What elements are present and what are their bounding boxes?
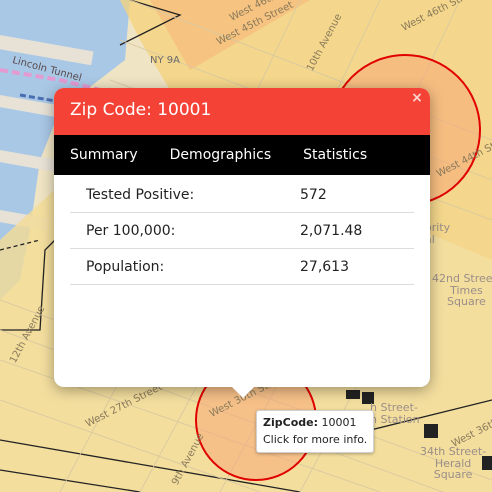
times-square-label: 42nd Street- Times Square xyxy=(432,272,492,309)
stat-label: Per 100,000: xyxy=(86,222,176,239)
close-icon[interactable]: × xyxy=(408,89,426,107)
tooltip-value: 10001 xyxy=(321,416,357,429)
stat-label: Population: xyxy=(86,258,165,275)
route-label: NY 9A xyxy=(150,55,180,66)
tooltip-hint: Click for more info. xyxy=(263,433,368,446)
herald-square-label: 34th Street- Herald Square xyxy=(420,445,487,482)
zip-info-popup: Zip Code: 10001 × Summary Demographics S… xyxy=(54,88,430,398)
popup-tip xyxy=(231,386,255,398)
stat-value: 2,071.48 xyxy=(300,222,363,239)
popup-body: Tested Positive: 572 Per 100,000: 2,071.… xyxy=(54,175,430,285)
tab-demographics[interactable]: Demographics xyxy=(170,147,271,163)
building xyxy=(346,390,360,399)
stat-value: 27,613 xyxy=(300,258,349,275)
popup-tab-bar: Summary Demographics Statistics xyxy=(54,135,430,175)
tab-statistics[interactable]: Statistics xyxy=(303,147,367,163)
stat-value: 572 xyxy=(300,186,327,203)
stat-row: Tested Positive: 572 xyxy=(70,177,414,213)
popup-header: Zip Code: 10001 × xyxy=(54,88,430,135)
building xyxy=(424,424,438,438)
penn-station-label: h Street- n Station xyxy=(370,401,420,426)
stat-label: Tested Positive: xyxy=(86,186,195,203)
stat-row: Per 100,000: 2,071.48 xyxy=(70,213,414,249)
tab-summary[interactable]: Summary xyxy=(70,147,138,163)
tooltip-line: ZipCode: 10001 xyxy=(263,414,367,431)
popup-title: Zip Code: 10001 xyxy=(70,100,212,120)
stat-row: Population: 27,613 xyxy=(70,249,414,285)
map-tooltip: ZipCode: 10001 Click for more info. xyxy=(256,410,375,453)
tooltip-key: ZipCode: xyxy=(263,416,318,429)
